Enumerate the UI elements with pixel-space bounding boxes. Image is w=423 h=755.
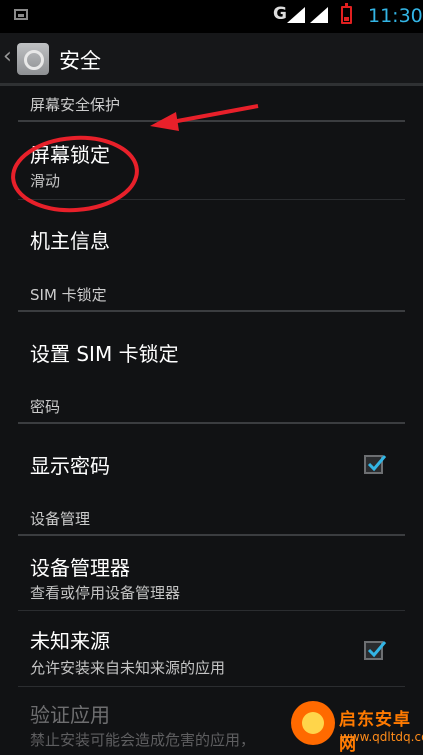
settings-list: 屏幕安全保护 屏幕锁定 滑动 机主信息 SIM 卡锁定 设置 SIM 卡锁定 密… — [0, 86, 423, 749]
signal-strength-icon-2 — [310, 7, 328, 23]
item-summary: 允许安装来自未知来源的应用 — [30, 659, 226, 677]
item-title: 屏幕锁定 — [30, 143, 110, 167]
section-header-sim-lock: SIM 卡锁定 — [18, 276, 405, 312]
screenshot-notification-icon — [14, 9, 28, 20]
item-title: 机主信息 — [30, 229, 110, 253]
section-header-screen-security: 屏幕安全保护 — [18, 86, 405, 122]
show-password-checkbox[interactable] — [364, 455, 387, 474]
list-item-device-administrators[interactable]: 设备管理器 查看或停用设备管理器 — [18, 536, 405, 611]
list-item-owner-info[interactable]: 机主信息 — [18, 200, 405, 276]
settings-gear-icon[interactable] — [17, 43, 49, 75]
item-title: 设置 SIM 卡锁定 — [30, 342, 179, 366]
status-bar: G 11:30 — [0, 0, 423, 33]
unknown-sources-checkbox[interactable] — [364, 641, 387, 660]
action-bar: ‹ 安全 — [0, 33, 423, 86]
list-item-screen-lock[interactable]: 屏幕锁定 滑动 — [18, 122, 405, 200]
section-header-device-admin: 设备管理 — [18, 500, 405, 536]
watermark: 启东安卓网 www.qdltdq.com — [285, 697, 423, 755]
item-title: 验证应用 — [30, 703, 110, 727]
list-item-show-password[interactable]: 显示密码 — [18, 424, 405, 500]
back-chevron-icon[interactable]: ‹ — [3, 44, 12, 69]
network-type-label: G — [273, 4, 287, 24]
watermark-logo-icon — [291, 701, 335, 745]
page-title: 安全 — [59, 49, 101, 73]
list-item-set-sim-lock[interactable]: 设置 SIM 卡锁定 — [18, 312, 405, 388]
item-summary: 查看或停用设备管理器 — [30, 584, 181, 602]
watermark-url: www.qdltdq.com — [340, 730, 423, 744]
battery-low-icon — [341, 3, 352, 24]
section-header-password: 密码 — [18, 388, 405, 424]
item-title: 设备管理器 — [30, 556, 130, 580]
item-title: 显示密码 — [30, 454, 110, 478]
list-item-unknown-sources[interactable]: 未知来源 允许安装来自未知来源的应用 — [18, 611, 405, 687]
item-title: 未知来源 — [30, 629, 110, 653]
item-summary: 滑动 — [30, 172, 61, 190]
signal-strength-icon — [287, 7, 305, 23]
item-summary: 禁止安装可能会造成危害的应用， — [30, 731, 256, 749]
status-time: 11:30 — [368, 5, 423, 27]
